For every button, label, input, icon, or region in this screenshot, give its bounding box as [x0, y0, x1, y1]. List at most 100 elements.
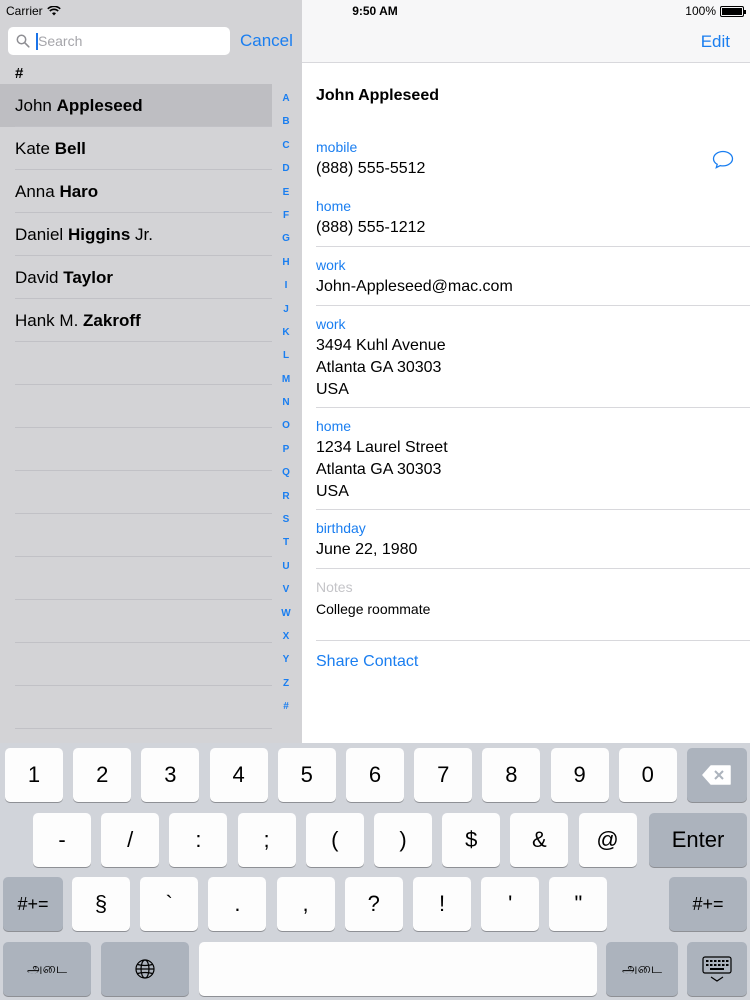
- symbols-shift-key-left[interactable]: #+=: [3, 877, 63, 931]
- work-email-field[interactable]: work John-Appleseed@mac.com: [316, 257, 736, 298]
- index-letter[interactable]: G: [282, 227, 290, 250]
- address-line: Atlanta GA 30303: [316, 359, 442, 376]
- key[interactable]: ?: [344, 877, 403, 931]
- index-letter[interactable]: W: [281, 602, 290, 625]
- index-letter[interactable]: X: [283, 625, 290, 648]
- index-letter[interactable]: U: [282, 555, 289, 578]
- index-letter[interactable]: V: [283, 578, 290, 601]
- field-label: birthday: [316, 520, 366, 536]
- key[interactable]: 0: [618, 748, 677, 802]
- address-line: 3494 Kuhl Avenue: [316, 337, 446, 354]
- index-letter[interactable]: Q: [282, 461, 290, 484]
- contact-row-john-appleseed[interactable]: John Appleseed: [0, 84, 272, 127]
- index-letter[interactable]: #: [283, 695, 289, 718]
- divider: [316, 509, 750, 510]
- key[interactable]: .: [208, 877, 267, 931]
- key[interactable]: :: [169, 813, 228, 867]
- language-key-left[interactable]: அடை: [3, 942, 91, 996]
- key[interactable]: /: [101, 813, 160, 867]
- contact-first-name: Daniel: [15, 225, 64, 244]
- home-address[interactable]: 1234 Laurel Street Atlanta GA 30303 USA: [316, 437, 736, 503]
- index-letter[interactable]: H: [282, 251, 289, 274]
- backspace-key[interactable]: [687, 748, 747, 802]
- key[interactable]: (: [305, 813, 364, 867]
- empty-row: [0, 600, 272, 643]
- notes-field[interactable]: Notes College roommate: [316, 579, 736, 620]
- key[interactable]: §: [72, 877, 130, 931]
- home-phone-number[interactable]: (888) 555-1212: [316, 217, 736, 239]
- contact-row-anna-haro[interactable]: Anna Haro: [0, 170, 272, 213]
- work-address[interactable]: 3494 Kuhl Avenue Atlanta GA 30303 USA: [316, 335, 736, 401]
- contact-row-kate-bell[interactable]: Kate Bell: [0, 127, 272, 170]
- key[interactable]: ): [374, 813, 432, 867]
- key[interactable]: 5: [277, 748, 336, 802]
- index-letter[interactable]: M: [282, 368, 290, 391]
- index-letter[interactable]: N: [282, 391, 289, 414]
- key[interactable]: @: [578, 813, 637, 867]
- index-letter[interactable]: F: [283, 204, 289, 227]
- mobile-field[interactable]: mobile (888) 555-5512: [316, 139, 736, 180]
- index-letter[interactable]: Y: [283, 648, 290, 671]
- edit-button[interactable]: Edit: [701, 32, 730, 52]
- work-address-field[interactable]: work 3494 Kuhl Avenue Atlanta GA 30303 U…: [316, 316, 736, 401]
- index-letter[interactable]: B: [282, 110, 289, 133]
- symbols-shift-key-right[interactable]: #+=: [669, 877, 747, 931]
- index-letter[interactable]: P: [283, 438, 290, 461]
- space-key[interactable]: [199, 942, 597, 996]
- index-letter[interactable]: L: [283, 344, 289, 367]
- key[interactable]: &: [510, 813, 569, 867]
- contact-row-daniel-higgins[interactable]: Daniel Higgins Jr.: [0, 213, 272, 256]
- key[interactable]: 2: [73, 748, 132, 802]
- key[interactable]: 1: [5, 748, 63, 802]
- contact-first-name: Hank M.: [15, 311, 79, 330]
- key[interactable]: 4: [209, 748, 268, 802]
- contact-last-name: Appleseed: [56, 96, 143, 115]
- key[interactable]: 8: [482, 748, 541, 802]
- index-letter[interactable]: J: [283, 298, 289, 321]
- index-letter[interactable]: T: [283, 531, 289, 554]
- index-letter[interactable]: C: [282, 134, 289, 157]
- key[interactable]: ": [549, 877, 608, 931]
- index-letter[interactable]: A: [282, 87, 289, 110]
- index-letter[interactable]: Z: [283, 672, 289, 695]
- cancel-button[interactable]: Cancel: [240, 31, 293, 51]
- work-email[interactable]: John-Appleseed@mac.com: [316, 276, 736, 298]
- key[interactable]: -: [33, 813, 91, 867]
- empty-row: [0, 385, 272, 428]
- share-contact-button[interactable]: Share Contact: [316, 653, 418, 671]
- mobile-number[interactable]: (888) 555-5512: [316, 158, 736, 180]
- key[interactable]: !: [413, 877, 471, 931]
- notes-value[interactable]: College roommate: [316, 598, 736, 620]
- key[interactable]: ,: [276, 877, 335, 931]
- address-line: 1234 Laurel Street: [316, 439, 448, 456]
- language-key-right[interactable]: அடை: [606, 942, 678, 996]
- home-phone-field[interactable]: home (888) 555-1212: [316, 198, 736, 239]
- index-letter[interactable]: K: [282, 321, 289, 344]
- key[interactable]: 7: [414, 748, 473, 802]
- key[interactable]: `: [140, 877, 199, 931]
- dismiss-keyboard-key[interactable]: [687, 942, 747, 996]
- enter-key[interactable]: Enter: [649, 813, 747, 867]
- home-address-field[interactable]: home 1234 Laurel Street Atlanta GA 30303…: [316, 418, 736, 503]
- search-input[interactable]: [38, 31, 223, 51]
- key[interactable]: ': [481, 877, 540, 931]
- index-letter[interactable]: E: [283, 181, 290, 204]
- key[interactable]: $: [442, 813, 501, 867]
- contact-row-hank-zakroff[interactable]: Hank M. Zakroff: [0, 299, 272, 342]
- divider: [316, 305, 750, 306]
- index-letter[interactable]: D: [282, 157, 289, 180]
- globe-key[interactable]: [101, 942, 189, 996]
- alphabet-index[interactable]: A B C D E F G H I J K L M N O P Q R S T U V W X Y Z #: [276, 87, 296, 719]
- contact-row-david-taylor[interactable]: David Taylor: [0, 256, 272, 299]
- search-bar[interactable]: [8, 27, 230, 55]
- index-letter[interactable]: O: [282, 414, 290, 437]
- key[interactable]: ;: [237, 813, 296, 867]
- message-icon[interactable]: [712, 150, 734, 169]
- key[interactable]: 3: [141, 748, 200, 802]
- key[interactable]: 9: [550, 748, 609, 802]
- contact-last-name: Haro: [59, 182, 99, 201]
- index-letter[interactable]: S: [283, 508, 290, 531]
- index-letter[interactable]: I: [285, 274, 288, 297]
- index-letter[interactable]: R: [282, 485, 289, 508]
- key[interactable]: 6: [346, 748, 404, 802]
